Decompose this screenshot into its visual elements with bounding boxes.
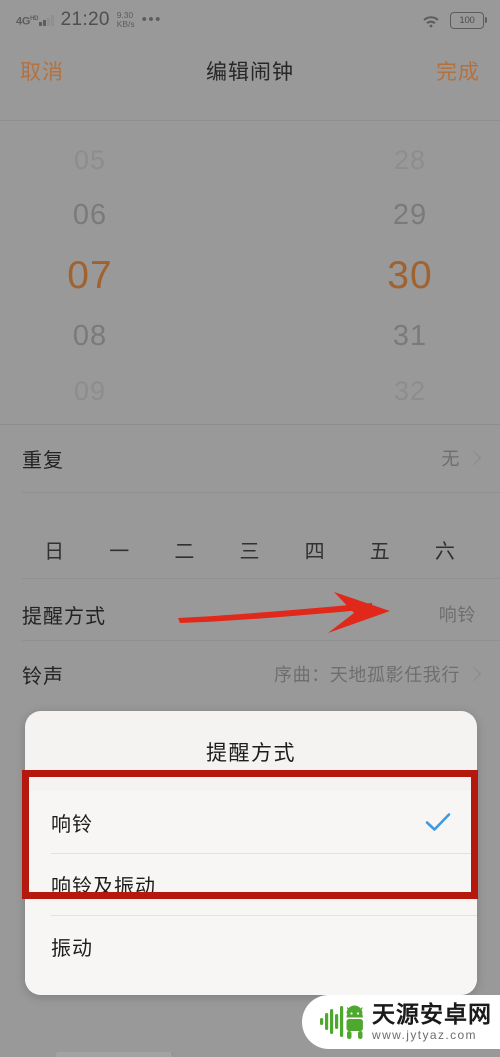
- reminder-method-value: 响铃: [438, 605, 476, 625]
- hour-wheel[interactable]: 05 06 07 08 09: [0, 128, 260, 418]
- watermark-site-name: 天源安卓网: [372, 1001, 492, 1027]
- row-divider: [22, 492, 500, 493]
- signal-bars-icon: [39, 15, 54, 27]
- weekday-wed[interactable]: 三: [217, 535, 282, 564]
- watermark-url: www.jytyaz.com: [372, 1028, 477, 1042]
- ringtone-label: 铃声: [22, 665, 64, 688]
- row-divider: [22, 578, 500, 579]
- status-time: 21:20: [60, 9, 110, 30]
- hour-option[interactable]: 06: [73, 200, 107, 230]
- dialog-option-vibrate[interactable]: 振动: [25, 915, 477, 977]
- battery-level-label: 100: [459, 14, 475, 26]
- android-logo-icon: [320, 1005, 363, 1039]
- dialog-option-label: 振动: [51, 937, 93, 960]
- repeat-label: 重复: [22, 449, 64, 472]
- picker-divider: [0, 424, 500, 425]
- weekday-mon[interactable]: 一: [87, 535, 152, 564]
- nav-hint-bar: [56, 1052, 172, 1057]
- battery-icon: 100: [450, 11, 488, 29]
- weekday-fri[interactable]: 五: [348, 535, 413, 564]
- network-hd-text: HD: [30, 15, 39, 22]
- weekday-tue[interactable]: 二: [152, 535, 217, 564]
- hour-option[interactable]: 05: [74, 147, 106, 174]
- network-type-text: 4G: [16, 15, 31, 28]
- minute-option[interactable]: 32: [394, 377, 426, 405]
- cellular-indicator: 4GHD: [16, 14, 54, 27]
- weekday-selector[interactable]: 日 一 二 三 四 五 六: [0, 522, 500, 576]
- row-divider: [22, 640, 500, 641]
- page-title: 编辑闹钟: [206, 61, 294, 84]
- hour-option-selected[interactable]: 07: [67, 256, 112, 295]
- status-bar-right: 100: [421, 11, 488, 29]
- status-bar: 4GHD 21:20 9.30 KB/s ••• 100: [0, 0, 500, 40]
- check-icon: [425, 813, 451, 831]
- hour-option[interactable]: 09: [74, 377, 106, 405]
- network-speed: 9.30 KB/s: [117, 11, 135, 29]
- minute-wheel[interactable]: 28 29 30 31 32: [260, 128, 500, 418]
- chevron-right-icon: [469, 666, 478, 682]
- dialog-option-label: 响铃: [51, 813, 93, 836]
- navigation-header: 取消 编辑闹钟 完成: [0, 48, 500, 94]
- wifi-icon: [423, 15, 439, 27]
- hour-option[interactable]: 08: [73, 322, 107, 351]
- network-speed-unit: KB/s: [116, 19, 135, 29]
- overflow-dots-icon: •••: [141, 11, 162, 28]
- time-picker[interactable]: 05 06 07 08 09 28 29 30 31 32: [0, 128, 500, 418]
- dialog-title: 提醒方式: [206, 742, 296, 765]
- ringtone-row[interactable]: 铃声 序曲：天地孤影任我行: [0, 646, 500, 702]
- repeat-row[interactable]: 重复 无: [0, 430, 500, 486]
- weekday-sun[interactable]: 日: [22, 535, 87, 564]
- minute-option-selected[interactable]: 30: [387, 256, 432, 295]
- weekday-thu[interactable]: 四: [283, 535, 348, 564]
- minute-option[interactable]: 28: [394, 147, 426, 174]
- minute-option[interactable]: 29: [393, 200, 427, 230]
- status-bar-left: 4GHD 21:20 9.30 KB/s •••: [16, 9, 162, 31]
- weekday-sat[interactable]: 六: [413, 535, 478, 564]
- dialog-option-ring-vibrate[interactable]: 响铃及振动: [25, 853, 477, 915]
- reminder-method-row[interactable]: 提醒方式 响铃: [0, 586, 500, 642]
- minute-option[interactable]: 31: [393, 322, 427, 351]
- dialog-bottom-padding: [25, 977, 477, 995]
- watermark-text: 天源安卓网 www.jytyaz.com: [372, 1001, 492, 1042]
- dialog-option-ring[interactable]: 响铃: [25, 791, 477, 853]
- phone-screen: 4GHD 21:20 9.30 KB/s ••• 100 取消 编辑闹钟 完成 …: [0, 0, 500, 1057]
- header-divider: [0, 120, 500, 121]
- chevron-right-icon: [469, 450, 478, 466]
- reminder-method-dialog: 提醒方式 响铃 响铃及振动 振动: [25, 711, 477, 995]
- nav-hint-divider: [172, 1052, 173, 1057]
- repeat-value: 无: [441, 449, 460, 469]
- dialog-option-label: 响铃及振动: [51, 875, 156, 898]
- network-type-label: 4GHD: [16, 14, 38, 27]
- watermark: 天源安卓网 www.jytyaz.com: [302, 995, 500, 1049]
- reminder-method-label: 提醒方式: [22, 605, 106, 628]
- ringtone-value: 序曲：天地孤影任我行: [274, 665, 460, 685]
